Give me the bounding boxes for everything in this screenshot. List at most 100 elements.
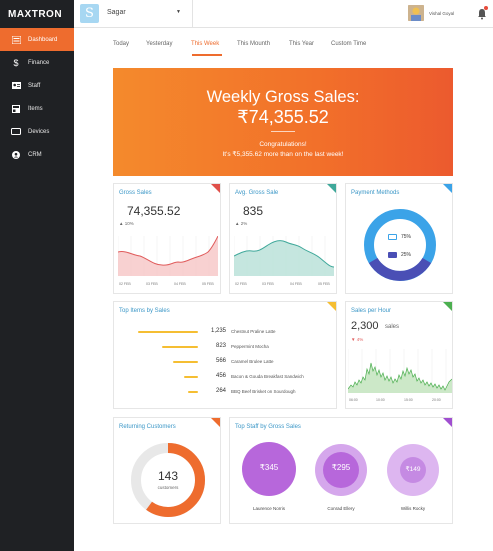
sidebar-item-devices[interactable]: Devices: [0, 120, 74, 143]
weekly-gross-sales-banner: Weekly Gross Sales: ₹74,355.52 Congratul…: [113, 68, 453, 176]
items-icon: [10, 104, 22, 114]
x-tick-label: 03 FEB: [262, 282, 274, 286]
card-percent: 75%: [401, 234, 412, 240]
card-corner-flag: [443, 184, 452, 193]
app-logo: MAXTRON: [8, 8, 63, 20]
top-item-value: 823: [215, 343, 226, 349]
sidebar-item-label: CRM: [28, 151, 42, 158]
sidebar-item-label: Staff: [28, 82, 41, 89]
top-item-row: 823 Peppermint Mocha: [114, 343, 336, 350]
staff-sales-value: ₹345: [259, 463, 279, 472]
top-item-bar: [162, 345, 198, 348]
card-corner-flag: [443, 302, 452, 311]
top-item-row: 1,235 Chestnut Praline Latte: [114, 328, 336, 335]
top-item-bar: [188, 390, 198, 393]
card-title: Avg. Gross Sale: [235, 190, 279, 196]
bell-icon[interactable]: [477, 6, 488, 20]
tab-this-week[interactable]: This Week: [191, 41, 219, 47]
card-corner-flag: [327, 184, 336, 193]
user-name[interactable]: Vishal Goyal: [429, 11, 454, 16]
top-item-bar: [184, 375, 198, 378]
notification-dot: [484, 6, 488, 10]
card-corner-flag: [211, 418, 220, 427]
tab-yesterday[interactable]: Yesterday: [146, 41, 172, 47]
staff-name: Willis Rocky: [400, 506, 426, 511]
x-tick-label: 20:00: [432, 398, 441, 402]
top-item-value: 456: [215, 373, 226, 379]
staff-name: Laurence Norris: [252, 506, 285, 511]
card-corner-flag: [211, 184, 220, 193]
top-item-row: 456 Bacon & Gouda Breakfast Sandwich: [114, 373, 336, 380]
returning-customers-value: 143: [157, 469, 179, 483]
top-item-label: Caramel Brulee Latte: [231, 359, 274, 364]
staff-sales-value: ₹149: [405, 466, 421, 473]
card-corner-flag: [327, 302, 336, 311]
sidebar-item-items[interactable]: Items: [0, 97, 74, 120]
card-title: Sales per Hour: [351, 308, 392, 314]
payment-methods-card[interactable]: Payment Methods 75% 25%: [345, 183, 453, 294]
crm-icon: [10, 150, 22, 160]
top-item-value: 1,235: [210, 328, 226, 334]
staff-sales-value: ₹295: [331, 463, 351, 472]
sidebar-item-finance[interactable]: $ Finance: [0, 51, 74, 74]
sales-per-hour-delta: ▼ 4%: [351, 337, 364, 342]
sidebar-item-staff[interactable]: Staff: [0, 74, 74, 97]
sidebar-item-dashboard[interactable]: Dashboard: [0, 28, 74, 51]
tab-custom-time[interactable]: Custom Time: [331, 41, 366, 47]
sales-per-hour-card[interactable]: Sales per Hour 2,300 sales ▼ 4% 06:00 10…: [345, 301, 453, 409]
topbar: S Sagar ▼ Vishal Goyal: [74, 0, 493, 28]
divider: [192, 0, 193, 28]
dollar-icon: $: [13, 57, 19, 68]
card-title: Top Items by Sales: [119, 308, 170, 314]
sales-per-hour-chart: [348, 349, 452, 393]
x-tick-label: 10:00: [376, 398, 385, 402]
chevron-down-icon[interactable]: ▼: [176, 9, 181, 15]
sidebar-item-label: Dashboard: [28, 36, 58, 43]
returning-customers-label: customers: [157, 485, 179, 490]
top-item-label: Chestnut Praline Latte: [231, 329, 276, 334]
sales-unit: sales: [385, 324, 400, 330]
avg-sale-delta: ▲ 2%: [235, 221, 248, 226]
x-tick-label: 02 FEB: [235, 282, 247, 286]
avg-sale-chart: [234, 236, 334, 276]
avg-gross-sale-card[interactable]: Avg. Gross Sale 835 ▲ 2% 02 FEB 03 FEB 0…: [229, 183, 337, 294]
top-item-row: 566 Caramel Brulee Latte: [114, 358, 336, 365]
store-name[interactable]: Sagar: [107, 9, 126, 16]
dashboard-icon: [10, 35, 22, 45]
tab-this-month[interactable]: This Mounth: [237, 41, 270, 47]
top-item-bar: [138, 330, 198, 333]
top-items-card[interactable]: Top Items by Sales 1,235 Chestnut Praline…: [113, 301, 337, 409]
device-icon: [10, 127, 22, 137]
sidebar-item-label: Devices: [28, 128, 50, 135]
payment-donut-chart: [364, 209, 436, 281]
x-tick-label: 05 FEB: [318, 282, 330, 286]
card-corner-flag: [443, 418, 452, 427]
avg-sale-value: 835: [243, 204, 264, 218]
card-title: Returning Customers: [119, 424, 176, 430]
store-logo: S: [80, 4, 99, 23]
cash-percent: 25%: [401, 252, 412, 258]
gross-sales-value: 74,355.52: [127, 204, 181, 218]
card-title: Gross Sales: [119, 190, 152, 196]
top-item-label: Peppermint Mocha: [231, 344, 269, 349]
card-payment-icon: [388, 234, 397, 240]
x-tick-label: 06:00: [349, 398, 358, 402]
x-tick-label: 05 FEB: [202, 282, 214, 286]
top-staff-card[interactable]: Top Staff by Gross Sales ₹345 ₹295 ₹149 …: [229, 417, 453, 524]
card-title: Top Staff by Gross Sales: [235, 424, 301, 430]
banner-congrats: Congratulations!: [259, 141, 307, 148]
banner-message: It's ₹5,355.62 more than on the last wee…: [222, 151, 344, 158]
sidebar: MAXTRON Dashboard $ Finance Staff Items …: [0, 0, 74, 551]
x-tick-label: 04 FEB: [290, 282, 302, 286]
banner-title: Weekly Gross Sales:: [206, 88, 360, 106]
sidebar-item-crm[interactable]: CRM: [0, 143, 74, 166]
tab-today[interactable]: Today: [113, 41, 129, 47]
returning-customers-card[interactable]: Returning Customers 143 customers: [113, 417, 221, 524]
avatar[interactable]: [408, 5, 424, 21]
banner-value: ₹74,355.52: [237, 107, 329, 127]
card-title: Payment Methods: [351, 190, 400, 196]
top-item-value: 566: [215, 358, 226, 364]
gross-sales-card[interactable]: Gross Sales 74,355.52 ▲ 10% 02 FEB 03 FE…: [113, 183, 221, 294]
tab-this-year[interactable]: This Year: [289, 41, 314, 47]
x-tick-label: 04 FEB: [174, 282, 186, 286]
